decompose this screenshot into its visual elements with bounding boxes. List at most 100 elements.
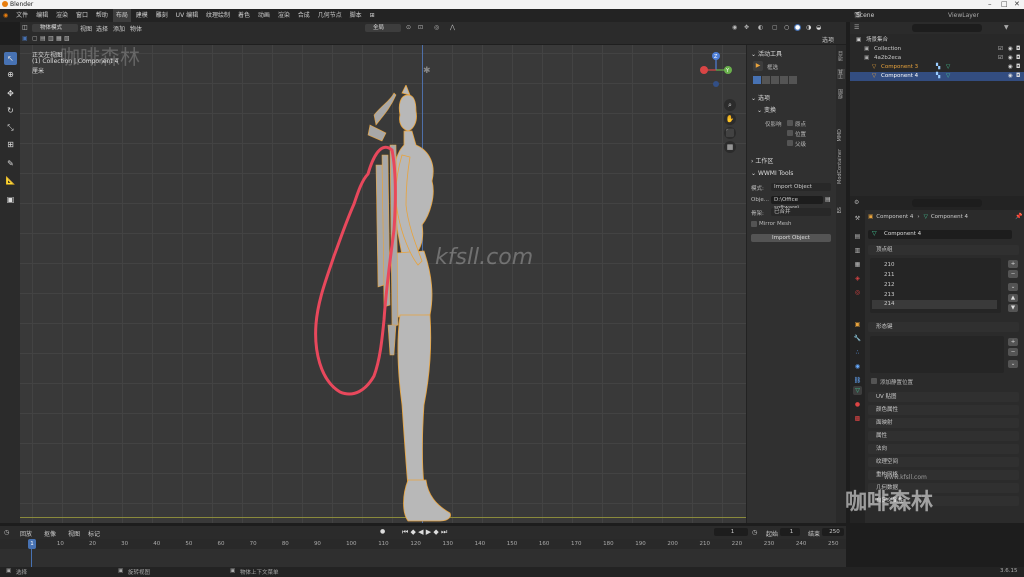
tab-uv-editing[interactable]: UV 编辑	[173, 9, 201, 22]
workspace-header[interactable]: › 工作区	[751, 156, 773, 165]
pivot-icon[interactable]: ⊙	[406, 24, 411, 31]
cursor-tool-icon[interactable]: ⊕	[4, 68, 17, 81]
menu-keying[interactable]: 抠像	[44, 529, 56, 538]
list-item[interactable]: 210	[872, 261, 997, 270]
mode-intersect-icon[interactable]	[789, 76, 797, 84]
mirror-mesh-checkbox[interactable]	[751, 221, 757, 227]
menu-help[interactable]: 帮助	[93, 9, 111, 22]
mode-invert-icon[interactable]	[780, 76, 788, 84]
tab-bs[interactable]: BS	[837, 207, 845, 214]
modifier-tab-icon[interactable]: 🔧	[853, 334, 862, 343]
tool-tab-icon[interactable]: ⚒	[853, 214, 862, 223]
menu-marker[interactable]: 标记	[88, 529, 100, 538]
mode-extend-icon[interactable]	[762, 76, 770, 84]
active-tool-header[interactable]: ⌄ 活动工具	[751, 49, 782, 58]
menu-file[interactable]: 文件	[13, 9, 31, 22]
select-box-icon[interactable]: ▣	[22, 35, 28, 42]
xray-icon[interactable]: ▢	[772, 24, 778, 31]
view-layer-name[interactable]: ViewLayer	[948, 12, 979, 19]
add-shape-key-button[interactable]: +	[1008, 338, 1018, 346]
perspective-grid-icon[interactable]: ▦	[724, 141, 736, 153]
scene-tab-icon[interactable]: ◈	[853, 274, 862, 283]
transform-header[interactable]: ⌄ 变换	[757, 105, 776, 114]
move-up-button[interactable]: ▲	[1008, 294, 1018, 302]
orientation-dropdown[interactable]: 全局	[365, 24, 401, 32]
visibility-eye-icon[interactable]: ◉	[1008, 72, 1013, 81]
select-box-icon[interactable]: ▶	[753, 61, 763, 71]
start-frame-field[interactable]: 1	[780, 528, 800, 536]
tab-sculpting[interactable]: 雕刻	[153, 9, 171, 22]
output-tab-icon[interactable]: ▥	[853, 246, 862, 255]
close-icon[interactable]: ✕	[1014, 0, 1020, 8]
import-object-button[interactable]: Import Object	[751, 234, 831, 242]
checkbox-icon[interactable]: ☑	[998, 45, 1003, 54]
outliner-editor-icon[interactable]: ☰	[854, 24, 859, 31]
viewport-visibility-icon[interactable]: ◉	[732, 24, 737, 31]
wireframe-shading-icon[interactable]: ○	[784, 24, 789, 31]
tab-view[interactable]: 视图	[837, 89, 845, 99]
navigation-gizmo[interactable]: Z Y	[696, 50, 736, 90]
proportional-edit-icon[interactable]: ◎	[434, 24, 439, 31]
tab-scripting[interactable]: 脚本	[347, 9, 365, 22]
options-dropdown[interactable]: 选项	[822, 35, 834, 44]
tab-rendering[interactable]: 渲染	[275, 9, 293, 22]
tab-modeling[interactable]: 建模	[133, 9, 151, 22]
menu-select[interactable]: 选择	[96, 24, 108, 33]
select-mode-invert-icon[interactable]: ▦	[56, 35, 62, 42]
remove-shape-key-button[interactable]: −	[1008, 348, 1018, 356]
outliner-search-input[interactable]	[912, 24, 982, 32]
section-geometry-data[interactable]: 几何数据	[868, 483, 1019, 493]
mode-subtract-icon[interactable]	[771, 76, 779, 84]
scale-tool-icon[interactable]: ⤡	[4, 121, 17, 134]
record-icon[interactable]: ●	[380, 528, 385, 535]
list-item[interactable]: 211	[872, 271, 997, 280]
physics-tab-icon[interactable]: ◉	[853, 362, 862, 371]
list-item-selected[interactable]: 214	[872, 300, 997, 309]
add-vertex-group-button[interactable]: +	[1008, 260, 1018, 268]
section-remesh[interactable]: 重构网格	[868, 470, 1019, 480]
menu-window[interactable]: 窗口	[73, 9, 91, 22]
visibility-eye-icon[interactable]: ◉	[1008, 63, 1013, 72]
move-tool-icon[interactable]: ✥	[4, 87, 17, 100]
editor-type-icon[interactable]: ◫	[22, 24, 28, 31]
camera-icon[interactable]: ◘	[1016, 54, 1020, 63]
current-frame-field[interactable]: 1	[714, 528, 748, 536]
rest-position-checkbox[interactable]	[871, 378, 877, 384]
pin-icon[interactable]: 📌	[1015, 213, 1022, 220]
data-tab-icon[interactable]: ▽	[853, 386, 862, 395]
tab-animation[interactable]: 动画	[255, 9, 273, 22]
visibility-eye-icon[interactable]: ◉	[1008, 54, 1013, 63]
scene-name[interactable]: Scene	[856, 12, 874, 19]
menu-playback[interactable]: 回放	[20, 529, 32, 538]
timeline-editor-icon[interactable]: ◷	[4, 529, 9, 536]
checkbox-icon[interactable]: ☑	[998, 54, 1003, 63]
menu-edit[interactable]: 编辑	[33, 9, 51, 22]
playback-controls[interactable]: ⏮ ◆ ◀ ▶ ◆ ⏭	[402, 528, 447, 537]
tab-compositing[interactable]: 合成	[295, 9, 313, 22]
section-uv-maps[interactable]: UV 贴图	[868, 392, 1019, 402]
zoom-icon[interactable]: ⌕	[724, 99, 736, 111]
outliner-row[interactable]: ▣ Collection ☑ ◉ ◘	[850, 45, 1024, 54]
rotate-tool-icon[interactable]: ↻	[4, 104, 17, 117]
material-shading-icon[interactable]: ◑	[806, 24, 811, 31]
tab-mmd[interactable]: MMD	[837, 129, 845, 141]
list-item[interactable]: 213	[872, 291, 997, 300]
annotate-tool-icon[interactable]: ✎	[4, 157, 17, 170]
tab-tool[interactable]: 工具	[837, 69, 845, 79]
visibility-eye-icon[interactable]: ◉	[1008, 45, 1013, 54]
material-tab-icon[interactable]: ●	[853, 400, 862, 409]
overlay-icon[interactable]: ◐	[758, 24, 763, 31]
section-color-attributes[interactable]: 颜色属性	[868, 405, 1019, 415]
end-frame-field[interactable]: 250	[822, 528, 844, 536]
select-mode-intersect-icon[interactable]: ▧	[64, 35, 70, 42]
menu-view[interactable]: 视图	[68, 529, 80, 538]
skeleton-dropdown[interactable]: 已合并	[771, 208, 831, 216]
constraints-tab-icon[interactable]: ⛓	[853, 376, 862, 385]
mesh-name-field[interactable]: Component 4	[868, 230, 1012, 239]
tab-layout[interactable]: 布局	[112, 9, 131, 22]
list-item[interactable]: 212	[872, 281, 997, 290]
properties-search-input[interactable]	[912, 199, 982, 207]
menu-add[interactable]: 添加	[113, 24, 125, 33]
wwmi-mode-dropdown[interactable]: Import Object	[771, 183, 831, 191]
outliner-scene-collection[interactable]: ▣ 场景集合	[850, 36, 1024, 45]
